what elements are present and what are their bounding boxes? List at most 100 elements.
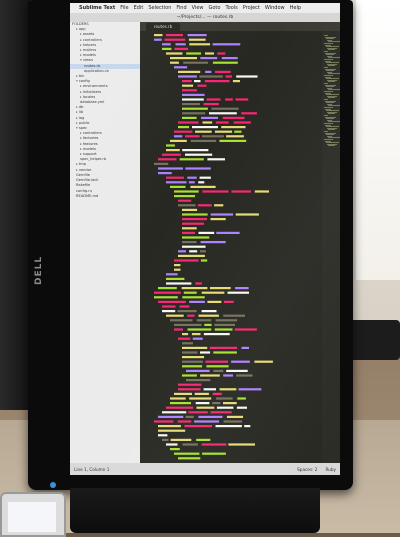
disclosure-arrow-icon[interactable]: ▸ — [80, 48, 82, 52]
code-token — [192, 126, 218, 129]
code-token — [154, 38, 162, 41]
disclosure-arrow-icon[interactable]: ▸ — [76, 27, 78, 31]
disclosure-arrow-icon[interactable]: ▸ — [80, 38, 82, 42]
code-token — [182, 333, 189, 336]
menu-item[interactable]: Selection — [148, 3, 171, 13]
disclosure-arrow-icon[interactable]: ▸ — [80, 43, 82, 47]
code-token — [254, 190, 269, 193]
code-token — [162, 305, 176, 308]
disclosure-arrow-icon[interactable]: ▸ — [76, 110, 78, 114]
editor[interactable]: routes.rb — [140, 22, 340, 463]
menu-item[interactable]: Project — [243, 3, 260, 13]
disclosure-arrow-icon[interactable]: ▸ — [80, 142, 82, 146]
disclosure-arrow-icon[interactable]: ▾ — [76, 79, 78, 83]
code-token — [200, 259, 208, 262]
sidebar-item-label: spec_helper.rb — [80, 157, 107, 162]
code-token — [182, 112, 206, 115]
disclosure-arrow-icon[interactable]: ▸ — [76, 162, 78, 166]
menu-item[interactable]: Edit — [134, 3, 144, 13]
code-token — [202, 121, 213, 124]
code-token — [203, 388, 216, 391]
disclosure-arrow-icon[interactable]: ▸ — [80, 32, 82, 36]
menu-item[interactable]: Goto — [209, 3, 221, 13]
code-token — [178, 250, 186, 253]
code-area[interactable] — [150, 32, 322, 462]
minimap[interactable] — [322, 31, 340, 463]
sidebar-item-label: bin — [78, 74, 85, 79]
code-token — [174, 47, 189, 50]
status-bar: Line 1, Column 1 Spaces: 2 Ruby — [70, 463, 340, 475]
code-token — [182, 227, 197, 230]
minimap-line — [328, 145, 335, 147]
code-token — [182, 213, 208, 216]
code-token — [197, 84, 207, 87]
code-token — [174, 190, 199, 193]
disclosure-arrow-icon[interactable]: ▸ — [76, 74, 78, 78]
code-token — [212, 392, 222, 395]
disclosure-arrow-icon[interactable]: ▸ — [80, 53, 82, 57]
code-token — [182, 241, 197, 244]
sidebar-item-label: helpers — [82, 42, 97, 47]
code-token — [205, 52, 214, 55]
disclosure-arrow-icon[interactable]: ▸ — [80, 84, 82, 88]
code-token — [182, 374, 197, 377]
code-token — [188, 411, 208, 414]
tab-size-selector[interactable]: Spaces: 2 — [297, 467, 317, 472]
disclosure-arrow-icon[interactable]: ▸ — [76, 121, 78, 125]
menu-item[interactable]: Find — [176, 3, 186, 13]
code-token — [184, 425, 213, 428]
syntax-selector[interactable]: Ruby — [325, 467, 336, 472]
disclosure-arrow-icon[interactable]: ▸ — [76, 116, 78, 120]
laptop — [0, 492, 66, 537]
code-token — [200, 374, 220, 377]
code-token — [194, 392, 209, 395]
tab-bar: routes.rb — [140, 22, 340, 31]
disclosure-arrow-icon[interactable]: ▸ — [76, 105, 78, 109]
disclosure-arrow-icon[interactable]: ▸ — [80, 147, 82, 151]
disclosure-arrow-icon[interactable]: ▸ — [80, 152, 82, 156]
code-token — [235, 213, 259, 216]
disclosure-arrow-icon[interactable]: ▸ — [80, 136, 82, 140]
menu-item[interactable]: File — [120, 3, 128, 13]
menu-item[interactable]: Window — [265, 3, 285, 13]
code-token — [182, 231, 195, 234]
code-token — [201, 310, 217, 313]
disclosure-arrow-icon[interactable]: ▸ — [76, 168, 78, 172]
tab-routes[interactable]: routes.rb — [146, 23, 181, 31]
code-token — [221, 57, 238, 60]
code-token — [185, 153, 213, 156]
disclosure-arrow-icon[interactable]: ▾ — [80, 58, 82, 62]
code-token — [238, 388, 262, 391]
code-token — [225, 98, 233, 101]
code-token — [212, 43, 241, 46]
code-token — [174, 195, 195, 198]
menu-item[interactable]: View — [192, 3, 204, 13]
menu-item[interactable]: Tools — [225, 3, 237, 13]
code-token — [166, 149, 180, 152]
code-token — [241, 112, 257, 115]
code-token — [187, 34, 207, 37]
code-token — [194, 420, 220, 423]
code-token — [177, 420, 192, 423]
disclosure-arrow-icon[interactable]: ▸ — [80, 95, 82, 99]
code-token — [162, 438, 169, 441]
menu-item[interactable]: Help — [290, 3, 301, 13]
sidebar-item-label: assets — [82, 32, 95, 37]
minimap-line — [328, 97, 335, 99]
disclosure-arrow-icon[interactable]: ▾ — [76, 126, 78, 130]
code-token — [209, 346, 238, 349]
menubar-app-name[interactable]: Sublime Text — [79, 3, 115, 13]
disclosure-arrow-icon[interactable]: ▸ — [80, 90, 82, 94]
code-token — [179, 158, 204, 161]
code-token — [154, 420, 174, 423]
code-token — [187, 328, 212, 331]
code-token — [223, 374, 233, 377]
code-token — [204, 323, 212, 326]
code-token — [187, 176, 197, 179]
sidebar-item-label: Gemfile — [76, 172, 90, 177]
code-token — [158, 434, 168, 437]
code-token — [215, 425, 242, 428]
disclosure-arrow-icon[interactable]: ▸ — [80, 131, 82, 135]
sidebar-item[interactable]: README.md — [70, 194, 140, 199]
code-token — [174, 392, 192, 395]
